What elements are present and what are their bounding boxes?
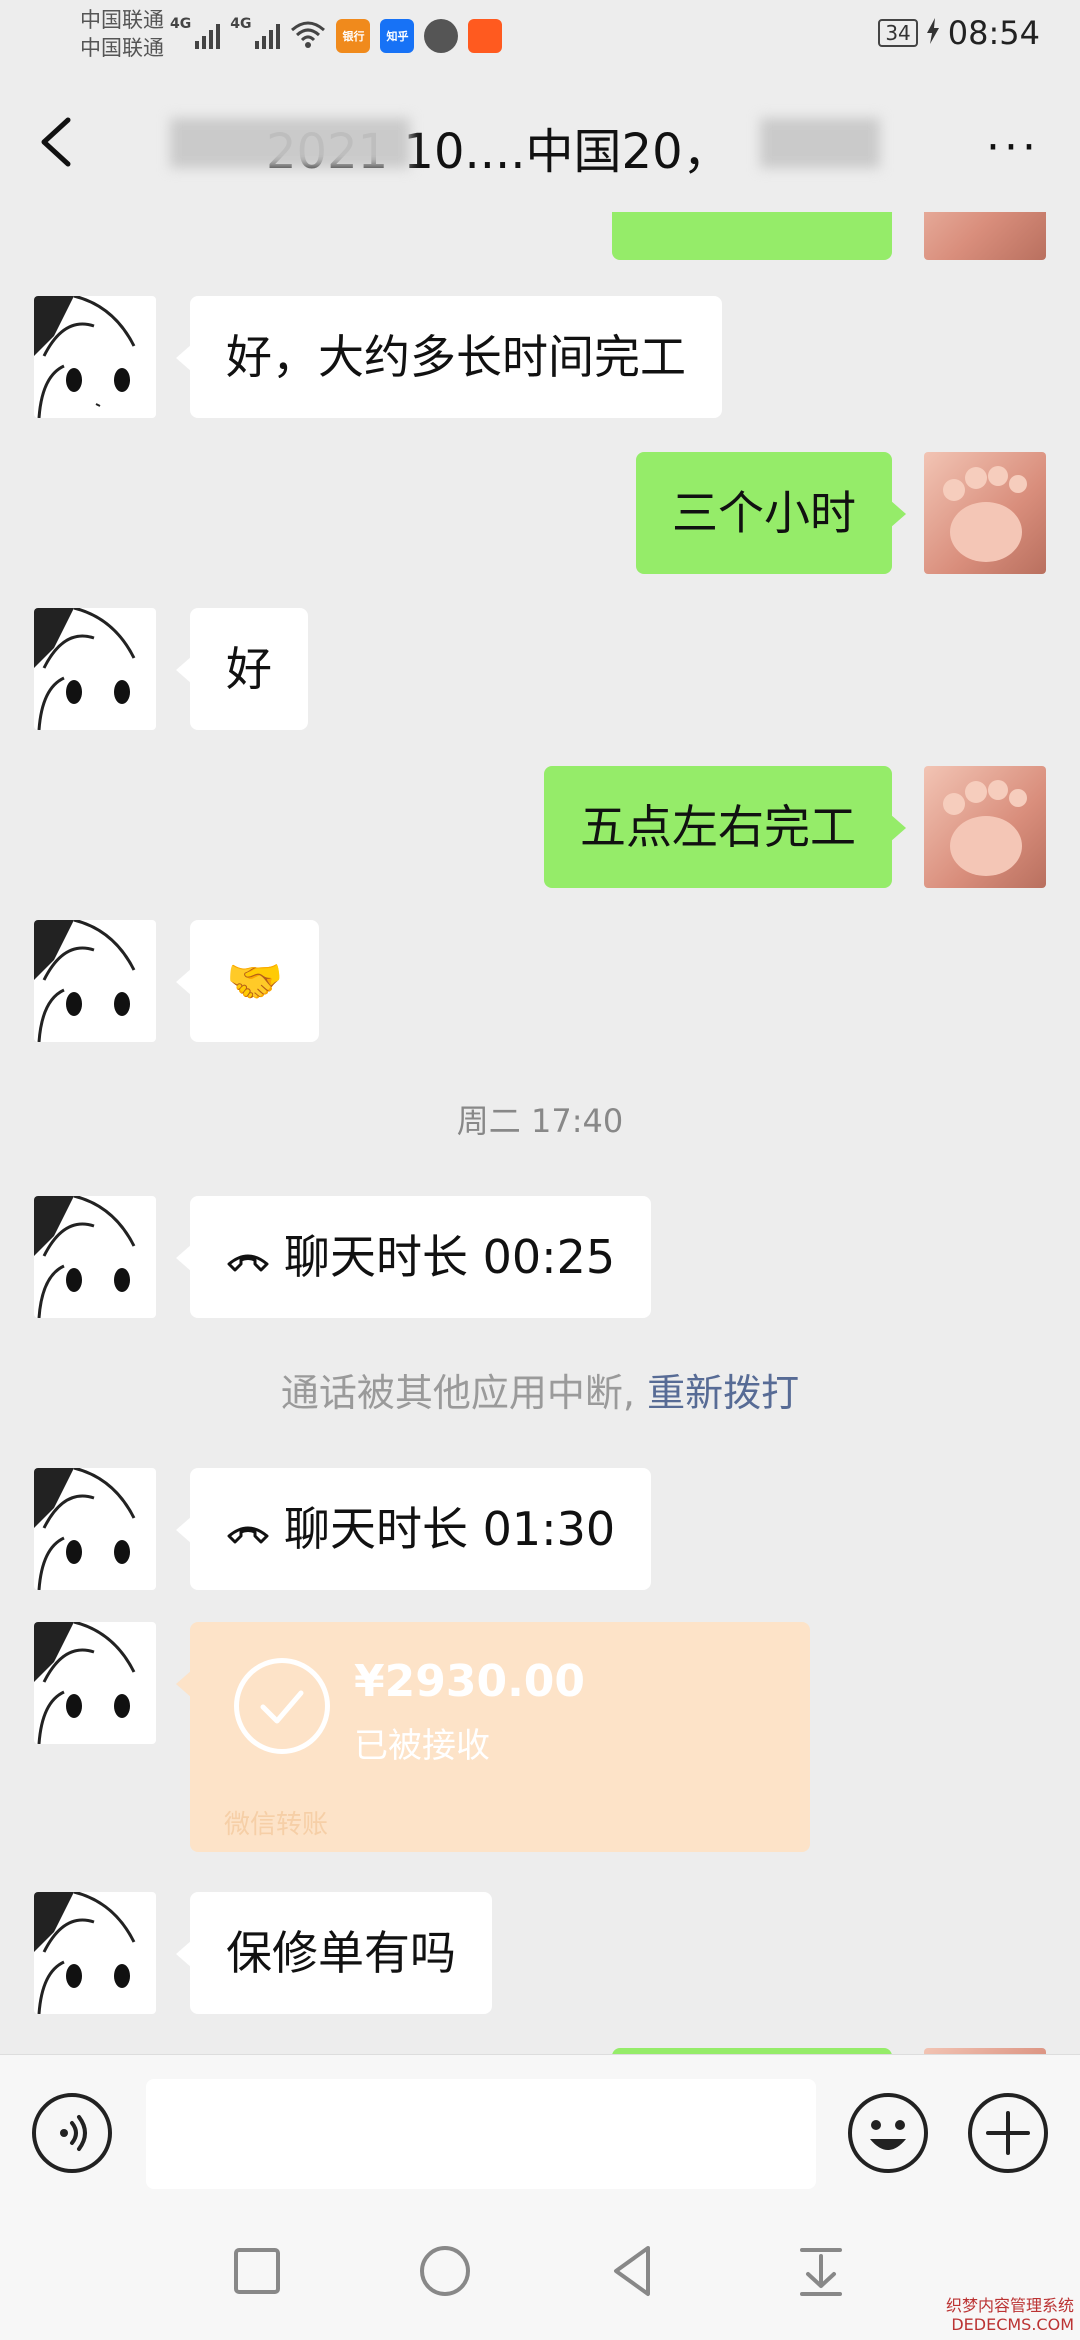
carrier-bottom: 中国联通 <box>80 36 164 60</box>
voice-icon <box>60 2115 87 2151</box>
title-bar: 2021 10....中国20， ··· <box>0 72 1080 212</box>
back-arrow-icon <box>41 117 71 167</box>
plus-icon <box>968 2093 1048 2173</box>
my-avatar[interactable] <box>924 452 1046 574</box>
circle-icon <box>420 2246 470 2296</box>
clock: 08:54 <box>947 14 1040 52</box>
browser-app-icon <box>424 19 459 53</box>
message-bubble[interactable]: 好，大约多长时间完工 <box>176 296 722 418</box>
my-avatar[interactable] <box>924 766 1046 888</box>
contact-avatar[interactable] <box>34 1196 156 1318</box>
chat-area[interactable]: 好，大约多长时间完工 三个小时 好 五点左右完工 🤝 周二 17:40 聊天时长… <box>0 212 1080 2054</box>
status-icons: 4G 4G 银行 知乎 <box>170 14 503 58</box>
carrier-top: 中国联通 <box>80 8 164 32</box>
baby-foot-icon <box>943 780 1027 876</box>
more-options-button[interactable]: ··· <box>986 122 1040 173</box>
wifi-icon <box>290 20 326 52</box>
watermark-line2: DEDECMS.COM <box>951 2315 1074 2334</box>
my-avatar[interactable] <box>924 212 1046 260</box>
redacted-blur <box>760 118 880 168</box>
nav-back-button[interactable] <box>598 2236 668 2306</box>
message-timestamp: 周二 17:40 <box>456 1102 624 1140</box>
contact-avatar[interactable] <box>34 1468 156 1590</box>
check-circle-icon <box>234 1658 330 1754</box>
transfer-label: 微信转账 <box>224 1810 329 1840</box>
manga-face-icon <box>34 1468 136 1590</box>
taobao-app-icon <box>468 19 503 53</box>
call-record-bubble[interactable]: 聊天时长 01:30 <box>175 1468 652 1590</box>
system-note-text: 通话被其他应用中断, <box>280 1371 635 1415</box>
status-bar: 中国联通 中国联通 4G 4G 银行 知乎 34 08:54 <box>0 0 1080 72</box>
back-button[interactable] <box>30 110 90 174</box>
manga-face-icon <box>34 1892 136 2014</box>
watermark-line1: 织梦内容管理系统 <box>945 2296 1074 2315</box>
signal-icon-2 <box>255 23 281 49</box>
manga-face-icon <box>34 1622 136 1744</box>
zhihu-app-icon: 知乎 <box>380 19 415 53</box>
contact-avatar[interactable] <box>34 608 156 730</box>
message-bubble-partial[interactable] <box>612 212 906 260</box>
voice-input-button[interactable] <box>32 2093 112 2173</box>
redacted-blur <box>170 118 410 168</box>
message-bubble[interactable]: 保修单有吗 <box>176 1892 492 2014</box>
network-type-1: 4G <box>170 16 192 32</box>
contact-avatar[interactable] <box>34 920 156 1042</box>
message-input[interactable] <box>146 2079 816 2189</box>
call-duration: 聊天时长 01:30 <box>284 1502 616 1556</box>
smiley-icon <box>848 2093 928 2173</box>
manga-face-icon <box>34 608 136 730</box>
redial-link[interactable]: 重新拨打 <box>647 1371 799 1415</box>
transfer-amount: ¥2930.00 <box>354 1656 586 1707</box>
transfer-status: 已被接收 <box>354 1726 490 1766</box>
message-bubble[interactable]: 好 <box>176 608 308 730</box>
watermark: 织梦内容管理系统 DEDECMS.COM <box>946 2296 1074 2334</box>
carrier-info: 中国联通 中国联通 <box>80 6 164 62</box>
baby-foot-icon <box>943 466 1027 562</box>
manga-face-icon <box>34 920 136 1042</box>
handshake-emoji-bubble[interactable]: 🤝 <box>175 920 320 1042</box>
system-nav-bar: 织梦内容管理系统 DEDECMS.COM <box>0 2206 1080 2340</box>
recents-button[interactable] <box>222 2236 292 2306</box>
manga-face-icon <box>34 296 136 418</box>
phone-hangup-icon <box>227 1526 269 1543</box>
pulldown-icon <box>800 2248 842 2296</box>
network-type-2: 4G <box>230 16 252 32</box>
bank-app-icon: 银行 <box>336 19 371 53</box>
home-button[interactable] <box>410 2236 480 2306</box>
contact-avatar[interactable] <box>34 296 156 418</box>
system-note: 通话被其他应用中断, 重新拨打 <box>0 1362 1080 1417</box>
call-duration: 聊天时长 00:25 <box>284 1230 616 1284</box>
battery-icon: 34 <box>878 19 918 47</box>
contact-avatar[interactable] <box>34 1892 156 2014</box>
input-bar <box>0 2054 1080 2206</box>
notification-pulldown-button[interactable] <box>786 2236 856 2306</box>
contact-avatar[interactable] <box>34 1622 156 1744</box>
call-record-bubble[interactable]: 聊天时长 00:25 <box>175 1196 652 1318</box>
manga-face-icon <box>34 1196 136 1318</box>
status-right: 34 08:54 <box>878 14 1040 52</box>
charging-icon <box>926 14 940 52</box>
phone-hangup-icon <box>227 1254 269 1271</box>
more-functions-button[interactable] <box>966 2091 1050 2175</box>
message-bubble[interactable]: 三个小时 <box>636 452 906 574</box>
signal-icon <box>195 23 221 49</box>
message-bubble[interactable]: 五点左右完工 <box>544 766 906 888</box>
triangle-back-icon <box>614 2246 650 2296</box>
emoji-button[interactable] <box>846 2091 930 2175</box>
square-icon <box>234 2248 280 2294</box>
wechat-transfer-card[interactable]: ¥2930.00 已被接收 微信转账 <box>176 1622 810 1852</box>
